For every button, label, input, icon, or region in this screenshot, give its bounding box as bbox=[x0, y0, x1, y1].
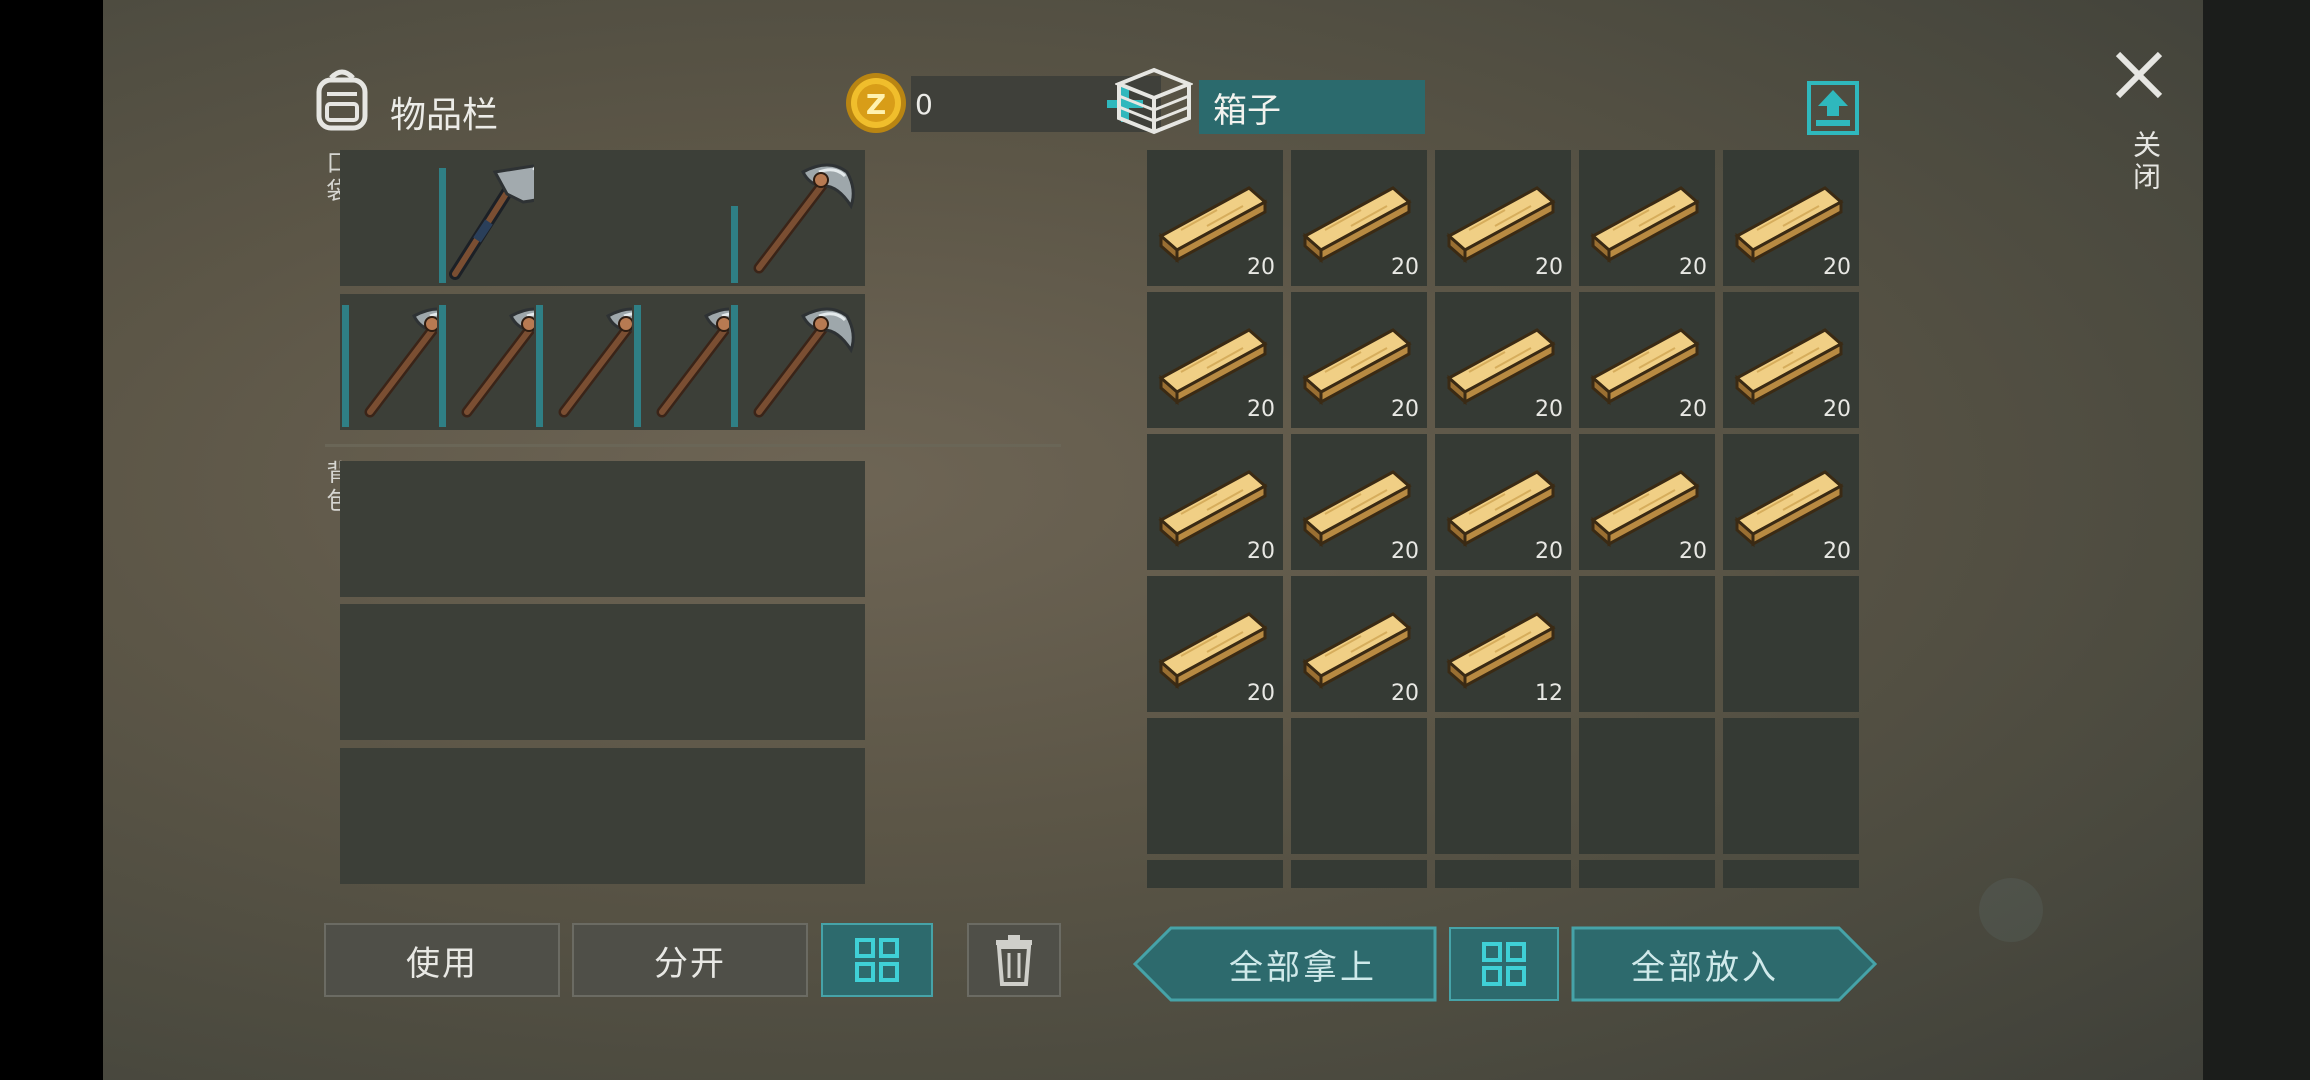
item-quantity: 20 bbox=[1247, 397, 1275, 422]
item-quantity: 20 bbox=[1535, 397, 1563, 422]
take-all-label: 全部拿上 bbox=[1229, 947, 1377, 988]
item-quantity: 20 bbox=[1391, 397, 1419, 422]
box-title: 箱子 bbox=[1213, 90, 1281, 131]
box-name-field[interactable]: 箱子 bbox=[1199, 80, 1425, 134]
put-all-label: 全部放入 bbox=[1631, 947, 1779, 988]
inventory-title: 物品栏 bbox=[390, 95, 499, 136]
grid-sort-icon bbox=[855, 938, 899, 982]
item-quantity: 20 bbox=[1247, 681, 1275, 706]
box-slot[interactable] bbox=[1291, 860, 1427, 888]
box-slot[interactable]: 20 bbox=[1723, 434, 1859, 570]
inventory-slot[interactable] bbox=[729, 150, 865, 286]
item-quantity: 20 bbox=[1391, 681, 1419, 706]
box-slot[interactable]: 20 bbox=[1291, 434, 1427, 570]
box-slot[interactable]: 20 bbox=[1579, 434, 1715, 570]
box-slot[interactable]: 20 bbox=[1435, 292, 1571, 428]
split-button[interactable]: 分开 bbox=[572, 923, 808, 997]
item-quantity: 20 bbox=[1247, 255, 1275, 280]
grid-sort-icon bbox=[1482, 942, 1526, 986]
inventory-slot[interactable] bbox=[729, 461, 865, 597]
box-slot[interactable] bbox=[1291, 718, 1427, 854]
item-quantity: 20 bbox=[1679, 539, 1707, 564]
box-slot[interactable] bbox=[1435, 860, 1571, 888]
trash-button[interactable] bbox=[967, 923, 1061, 997]
item-quantity: 20 bbox=[1823, 397, 1851, 422]
box-icon bbox=[1113, 66, 1195, 136]
box-grid: 20 20 20 20 20 20 20 20 20 20 20 20 20 20 20 20 20 12 bbox=[1147, 150, 1883, 888]
box-slot[interactable]: 20 bbox=[1291, 292, 1427, 428]
upload-icon bbox=[1807, 81, 1859, 135]
inventory-slot[interactable] bbox=[729, 294, 865, 430]
item-quantity: 20 bbox=[1823, 255, 1851, 280]
close-icon bbox=[2115, 51, 2163, 99]
inventory-slot[interactable] bbox=[729, 604, 865, 740]
box-slot[interactable]: 20 bbox=[1291, 150, 1427, 286]
item-quantity: 20 bbox=[1535, 255, 1563, 280]
item-quantity: 12 bbox=[1535, 681, 1563, 706]
item-quantity: 20 bbox=[1679, 397, 1707, 422]
box-slot[interactable] bbox=[1147, 718, 1283, 854]
box-slot[interactable]: 12 bbox=[1435, 576, 1571, 712]
box-slot[interactable] bbox=[1579, 718, 1715, 854]
close-button[interactable]: 关闭 bbox=[2109, 48, 2169, 208]
joystick-ghost bbox=[1979, 878, 2043, 942]
box-slot[interactable] bbox=[1723, 860, 1859, 888]
box-slot[interactable] bbox=[1723, 718, 1859, 854]
upload-button[interactable] bbox=[1806, 80, 1860, 136]
box-slot[interactable] bbox=[1579, 860, 1715, 888]
box-slot[interactable] bbox=[1147, 860, 1283, 888]
box-slot[interactable]: 20 bbox=[1435, 150, 1571, 286]
take-all-button[interactable]: 全部拿上 bbox=[1133, 926, 1437, 1002]
close-label: 关闭 bbox=[2129, 130, 2162, 194]
backpack-icon bbox=[311, 64, 373, 134]
item-quantity: 20 bbox=[1247, 539, 1275, 564]
item-quantity: 20 bbox=[1679, 255, 1707, 280]
box-slot[interactable]: 20 bbox=[1723, 292, 1859, 428]
item-quantity: 20 bbox=[1535, 539, 1563, 564]
item-quantity: 20 bbox=[1391, 255, 1419, 280]
pickaxe-icon bbox=[753, 163, 855, 274]
box-slot[interactable]: 20 bbox=[1723, 150, 1859, 286]
system-bar bbox=[2203, 0, 2310, 1080]
box-slot[interactable] bbox=[1435, 718, 1571, 854]
coin-count: 0 bbox=[915, 88, 933, 121]
box-slot[interactable]: 20 bbox=[1579, 292, 1715, 428]
box-slot[interactable] bbox=[1723, 576, 1859, 712]
coin-icon: Z bbox=[843, 70, 909, 136]
pocket-divider bbox=[325, 444, 1061, 447]
sort-box-button[interactable] bbox=[1449, 927, 1559, 1001]
box-slot[interactable]: 20 bbox=[1147, 292, 1283, 428]
item-quantity: 20 bbox=[1391, 539, 1419, 564]
box-slot[interactable]: 20 bbox=[1579, 150, 1715, 286]
box-slot[interactable]: 20 bbox=[1147, 150, 1283, 286]
svg-text:Z: Z bbox=[866, 88, 886, 121]
put-all-button[interactable]: 全部放入 bbox=[1571, 926, 1877, 1002]
item-quantity: 20 bbox=[1823, 539, 1851, 564]
sort-inventory-button[interactable] bbox=[821, 923, 933, 997]
use-button[interactable]: 使用 bbox=[324, 923, 560, 997]
inventory-slot[interactable] bbox=[729, 748, 865, 884]
box-slot[interactable] bbox=[1579, 576, 1715, 712]
box-slot[interactable]: 20 bbox=[1147, 434, 1283, 570]
box-slot[interactable]: 20 bbox=[1435, 434, 1571, 570]
pickaxe-icon bbox=[753, 307, 855, 418]
trash-icon bbox=[996, 935, 1032, 986]
box-slot[interactable]: 20 bbox=[1147, 576, 1283, 712]
game-screen: 物品栏 Z 0 口袋 背包 使用 分开 箱子 20 20 20 20 20 20… bbox=[103, 0, 2203, 1080]
box-slot[interactable]: 20 bbox=[1291, 576, 1427, 712]
